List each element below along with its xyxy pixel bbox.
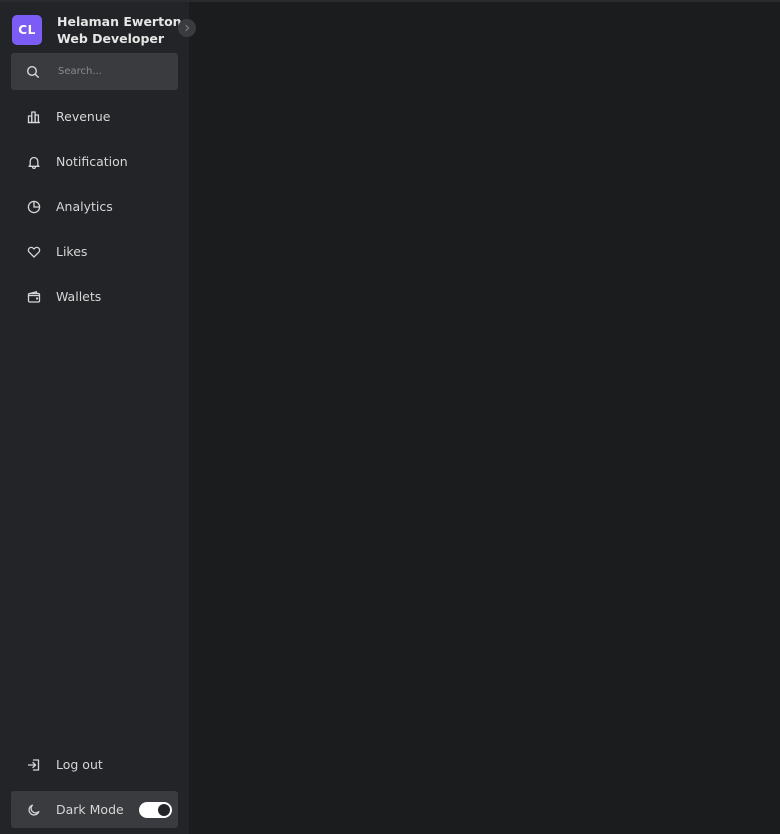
- sidebar-item-analytics[interactable]: Analytics: [11, 184, 178, 229]
- heart-icon: [26, 244, 42, 260]
- sidebar: CL Helaman Ewerton Web Developer Revenue: [0, 2, 196, 834]
- toggle-knob: [158, 804, 170, 816]
- sidebar-item-label: Likes: [56, 244, 88, 259]
- sidebar-item-revenue[interactable]: Revenue: [11, 94, 178, 139]
- logout-button[interactable]: Log out: [11, 742, 178, 787]
- search-input[interactable]: [56, 65, 170, 78]
- logout-icon: [26, 757, 42, 773]
- sidebar-nav: Revenue Notification Analytics Likes Wal…: [11, 94, 178, 319]
- sidebar-item-likes[interactable]: Likes: [11, 229, 178, 274]
- sidebar-item-label: Notification: [56, 154, 128, 169]
- search-box[interactable]: [11, 53, 178, 90]
- profile-header: CL Helaman Ewerton Web Developer: [12, 13, 182, 47]
- dark-mode-label: Dark Mode: [56, 802, 124, 817]
- sidebar-item-label: Revenue: [56, 109, 111, 124]
- sidebar-collapse-button[interactable]: [178, 19, 196, 37]
- sidebar-item-label: Analytics: [56, 199, 113, 214]
- logout-label: Log out: [56, 757, 103, 772]
- profile-name: Helaman Ewerton: [57, 14, 182, 29]
- bell-icon: [26, 154, 42, 170]
- profile-role: Web Developer: [57, 31, 165, 46]
- pie-chart-icon: [26, 199, 42, 215]
- sidebar-item-wallets[interactable]: Wallets: [11, 274, 178, 319]
- chevron-right-icon: [183, 24, 191, 32]
- avatar[interactable]: CL: [12, 15, 42, 45]
- wallet-icon: [26, 289, 42, 305]
- sidebar-item-label: Wallets: [56, 289, 102, 304]
- dark-mode-row: Dark Mode: [11, 791, 178, 828]
- sidebar-item-notification[interactable]: Notification: [11, 139, 178, 184]
- moon-icon: [26, 802, 42, 818]
- profile-text: Helaman Ewerton Web Developer: [57, 13, 182, 47]
- search-icon: [25, 64, 41, 80]
- bar-chart-icon: [26, 109, 42, 125]
- page: CL Helaman Ewerton Web Developer Revenue: [0, 0, 780, 834]
- dark-mode-toggle[interactable]: [139, 802, 172, 818]
